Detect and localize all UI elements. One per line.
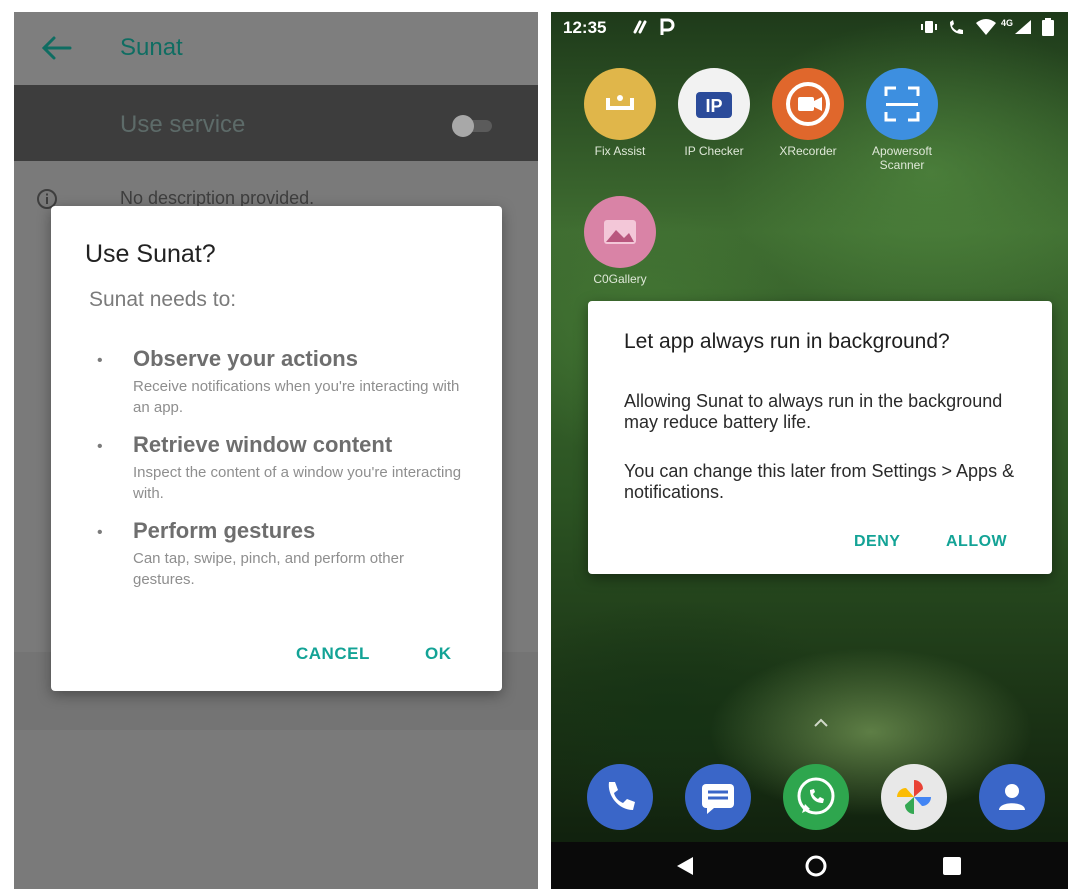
use-service-dialog: Use Sunat? Sunat needs to: • Observe you… <box>51 206 502 691</box>
network-type-label: 4G <box>1001 18 1014 28</box>
whatsapp-app[interactable] <box>783 764 849 830</box>
permission-description: Inspect the content of a window you're i… <box>133 464 462 502</box>
home-screen: 12:35 4G Fix Assist IP IP Checker XRecor… <box>551 12 1068 889</box>
phone-icon <box>608 782 635 810</box>
app-label: Fix Assist <box>594 144 646 158</box>
use-service-toggle[interactable] <box>452 115 498 137</box>
vibrate-icon <box>921 21 937 33</box>
app-label: IP Checker <box>684 144 744 158</box>
dialog-body-battery: Allowing Sunat to always run in the back… <box>624 391 1003 432</box>
bullet-icon: • <box>97 352 103 369</box>
status-time: 12:35 <box>563 18 607 37</box>
use-service-row[interactable]: Use service <box>14 85 538 161</box>
photos-app[interactable] <box>881 764 947 830</box>
contacts-icon <box>999 784 1025 810</box>
ok-button[interactable]: OK <box>425 644 452 664</box>
app-fix-assist[interactable]: Fix Assist <box>575 68 665 158</box>
wifi-icon <box>976 19 996 35</box>
fix-assist-icon <box>584 68 656 140</box>
recents-nav-icon[interactable] <box>943 857 961 875</box>
permission-title: Perform gestures <box>133 518 316 543</box>
cancel-button[interactable]: CANCEL <box>296 644 370 664</box>
back-arrow-icon[interactable] <box>40 34 72 62</box>
notification-link-icon <box>633 20 647 34</box>
phone-app[interactable] <box>587 764 653 830</box>
contacts-app[interactable] <box>979 764 1045 830</box>
apowersoft-scanner-icon <box>866 68 938 140</box>
app-bar: Sunat <box>14 12 538 85</box>
app-ip-checker[interactable]: IP IP Checker <box>669 68 759 158</box>
ip-checker-icon: IP <box>678 68 750 140</box>
navigation-bar <box>551 842 1068 889</box>
permission-title: Retrieve window content <box>133 432 393 457</box>
bullet-icon: • <box>97 524 103 541</box>
dialog-title: Let app always run in background? <box>624 330 950 353</box>
app-label: C0Gallery <box>593 272 647 286</box>
accessibility-settings-screen: Sunat Use service No description provide… <box>14 12 538 889</box>
permission-description: Can tap, swipe, pinch, and perform other… <box>133 550 404 588</box>
dialog-body-settings: You can change this later from Settings … <box>624 461 1015 502</box>
use-service-label: Use service <box>120 111 246 138</box>
whatsapp-icon <box>797 777 835 815</box>
background-permission-dialog: Let app always run in background? Allowi… <box>588 301 1052 574</box>
app-drawer-caret-icon[interactable] <box>813 718 829 728</box>
status-bar: 12:35 4G <box>551 12 1068 44</box>
battery-icon <box>1042 18 1054 36</box>
deny-button[interactable]: DENY <box>854 533 900 551</box>
permission-title: Observe your actions <box>133 346 358 371</box>
app-apowersoft-scanner[interactable]: Apowersoft Scanner <box>857 68 947 172</box>
dialog-title: Use Sunat? <box>85 240 216 268</box>
notification-p-icon <box>660 18 675 35</box>
gallery-icon <box>584 196 656 268</box>
app-xrecorder[interactable]: XRecorder <box>763 68 853 158</box>
messages-icon <box>702 784 734 814</box>
allow-button[interactable]: ALLOW <box>946 533 1007 551</box>
home-nav-icon[interactable] <box>804 854 828 878</box>
back-nav-icon[interactable] <box>675 856 695 876</box>
app-label: Apowersoft Scanner <box>871 144 933 172</box>
google-photos-icon <box>897 780 931 814</box>
bullet-icon: • <box>97 438 103 455</box>
signal-icon <box>1015 20 1031 34</box>
app-c0gallery[interactable]: C0Gallery <box>575 196 665 286</box>
messages-app[interactable] <box>685 764 751 830</box>
page-title: Sunat <box>120 34 183 61</box>
toggle-thumb <box>452 115 474 137</box>
permission-description: Receive notifications when you're intera… <box>133 378 460 416</box>
dialog-subtitle: Sunat needs to: <box>89 288 237 311</box>
app-label: XRecorder <box>779 144 837 158</box>
svg-text:IP: IP <box>705 96 722 116</box>
xrecorder-icon <box>772 68 844 140</box>
call-status-icon <box>950 20 963 34</box>
